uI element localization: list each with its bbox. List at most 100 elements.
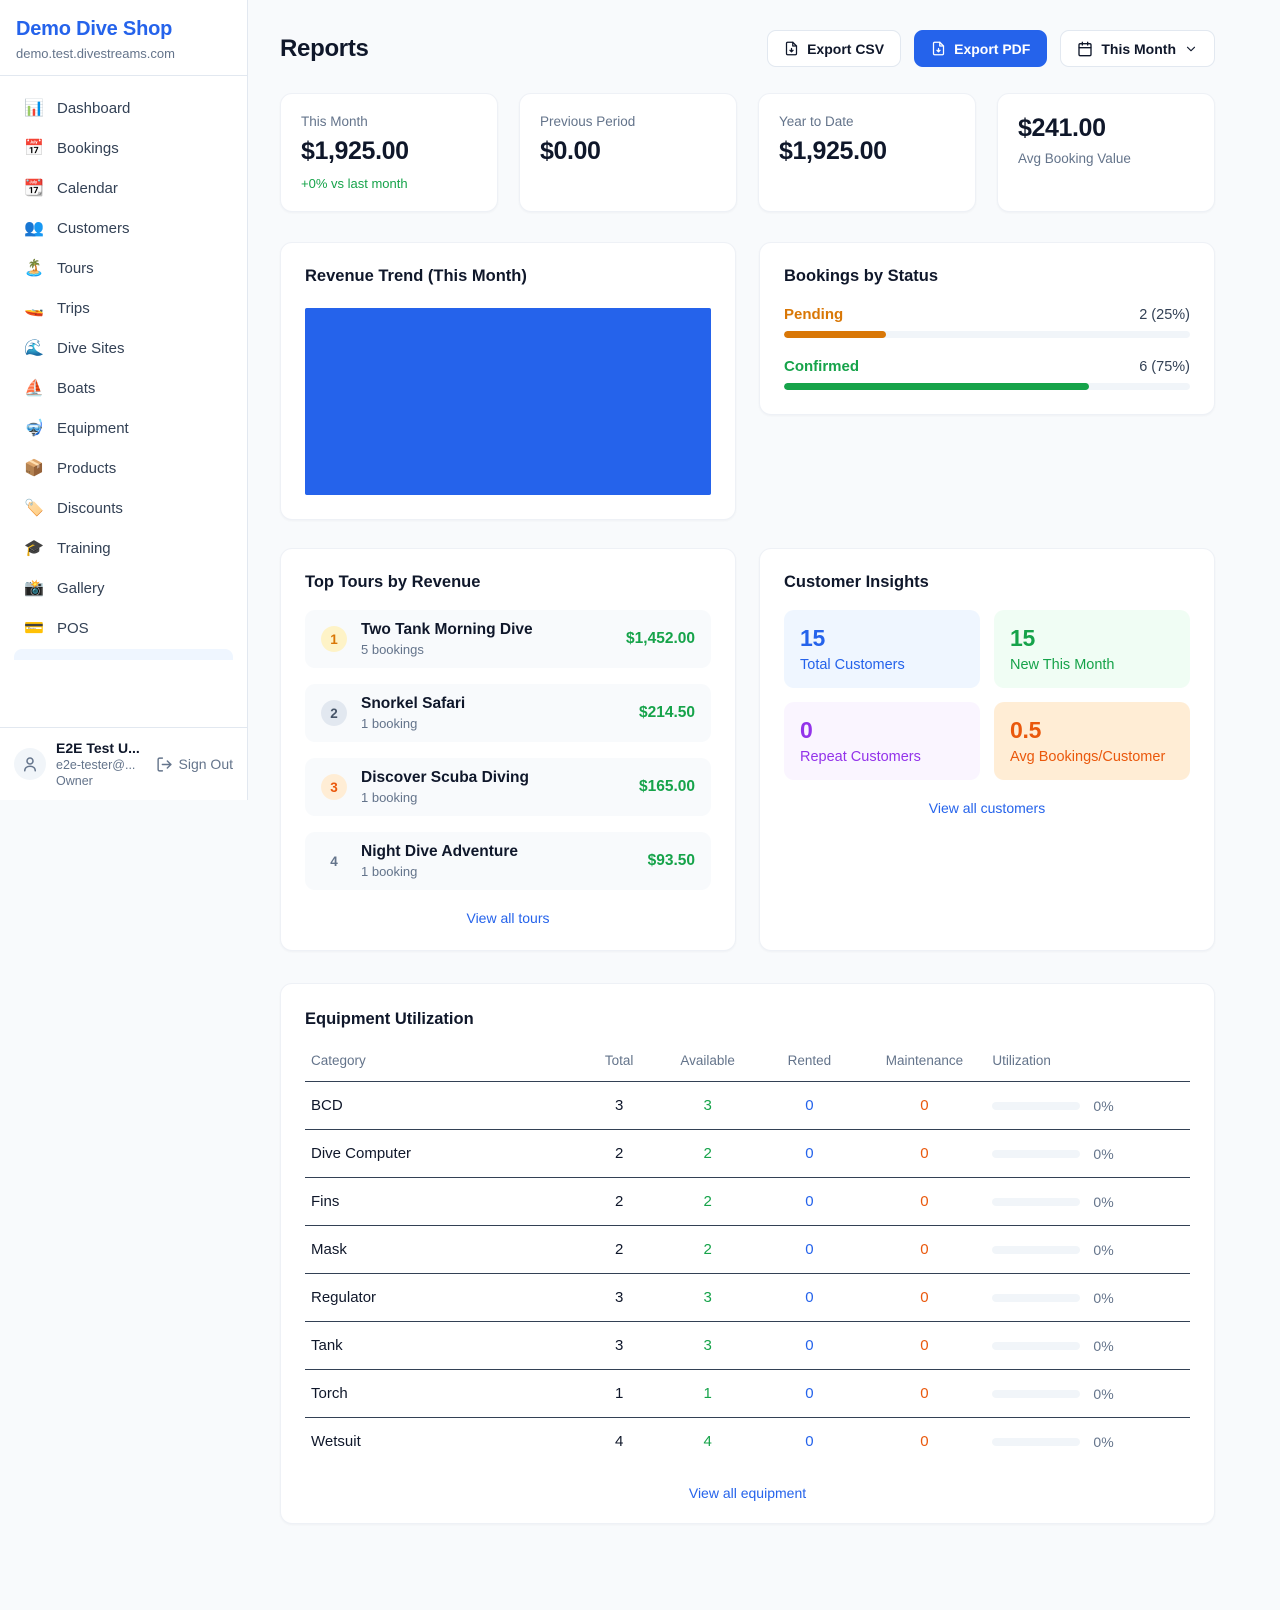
pos-icon: 💳 xyxy=(24,618,44,638)
cell-rented: 0 xyxy=(756,1418,862,1466)
cell-total: 3 xyxy=(579,1322,659,1370)
table-row: Mask 2 2 0 0 0% xyxy=(305,1226,1190,1274)
sidebar-nav: 📊Dashboard 📅Bookings 📆Calendar 👥Customer… xyxy=(0,76,247,727)
stat-value: $1,925.00 xyxy=(779,137,955,166)
status-bar-track xyxy=(784,383,1190,390)
table-row: Wetsuit 4 4 0 0 0% xyxy=(305,1418,1190,1466)
status-value: 2 (25%) xyxy=(1139,307,1190,323)
cell-rented: 0 xyxy=(756,1130,862,1178)
sidebar-item-training[interactable]: 🎓Training xyxy=(10,528,237,568)
equipment-icon: 🤿 xyxy=(24,418,44,438)
table-row: Dive Computer 2 2 0 0 0% xyxy=(305,1130,1190,1178)
sidebar-item-label: Tours xyxy=(57,260,94,277)
cell-category: Wetsuit xyxy=(305,1418,579,1466)
sidebar-item-reports-partial[interactable] xyxy=(14,649,233,660)
tour-revenue: $214.50 xyxy=(639,704,695,722)
utilization-percent: 0% xyxy=(1093,1338,1113,1354)
sidebar-item-dive-sites[interactable]: 🌊Dive Sites xyxy=(10,328,237,368)
tour-revenue: $93.50 xyxy=(648,852,695,870)
stat-label: Avg Booking Value xyxy=(1018,151,1194,166)
customers-icon: 👥 xyxy=(24,218,44,238)
top-tours-title: Top Tours by Revenue xyxy=(305,573,711,592)
export-csv-button[interactable]: Export CSV xyxy=(767,30,901,67)
products-icon: 📦 xyxy=(24,458,44,478)
stat-label: Previous Period xyxy=(540,114,716,129)
sidebar-item-label: Equipment xyxy=(57,420,129,437)
utilization-bar xyxy=(992,1102,1080,1110)
utilization-percent: 0% xyxy=(1093,1098,1113,1114)
sidebar-item-products[interactable]: 📦Products xyxy=(10,448,237,488)
sidebar: Demo Dive Shop demo.test.divestreams.com… xyxy=(0,0,248,800)
sidebar-item-discounts[interactable]: 🏷️Discounts xyxy=(10,488,237,528)
shop-name: Demo Dive Shop xyxy=(16,18,231,41)
sidebar-item-gallery[interactable]: 📸Gallery xyxy=(10,568,237,608)
cell-maintenance: 0 xyxy=(863,1130,987,1178)
stat-change: +0% vs last month xyxy=(301,176,477,191)
column-header-total: Total xyxy=(579,1043,659,1082)
cell-category: Tank xyxy=(305,1322,579,1370)
sidebar-user-footer: E2E Test U... e2e-tester@... Owner Sign … xyxy=(0,727,247,800)
table-header-row: Category Total Available Rented Maintena… xyxy=(305,1043,1190,1082)
equipment-table: Category Total Available Rented Maintena… xyxy=(305,1043,1190,1465)
utilization-bar xyxy=(992,1438,1080,1446)
export-pdf-button[interactable]: Export PDF xyxy=(914,30,1047,67)
sidebar-item-boats[interactable]: ⛵Boats xyxy=(10,368,237,408)
tour-name: Night Dive Adventure xyxy=(361,843,634,861)
utilization-percent: 0% xyxy=(1093,1386,1113,1402)
sidebar-item-bookings[interactable]: 📅Bookings xyxy=(10,128,237,168)
insight-tile-total-customers: 15 Total Customers xyxy=(784,610,980,688)
column-header-rented: Rented xyxy=(756,1043,862,1082)
tour-name: Discover Scuba Diving xyxy=(361,769,625,787)
tour-bookings: 5 bookings xyxy=(361,642,612,657)
tour-name: Snorkel Safari xyxy=(361,695,625,713)
table-row: Regulator 3 3 0 0 0% xyxy=(305,1274,1190,1322)
cell-rented: 0 xyxy=(756,1274,862,1322)
period-selector[interactable]: This Month xyxy=(1060,30,1215,67)
cell-rented: 0 xyxy=(756,1370,862,1418)
chevron-down-icon xyxy=(1184,42,1198,56)
header-actions: Export CSV Export PDF This Month xyxy=(767,30,1215,67)
status-bar-fill xyxy=(784,383,1089,390)
utilization-percent: 0% xyxy=(1093,1194,1113,1210)
sign-out-button[interactable]: Sign Out xyxy=(156,756,233,773)
stat-card-this-month: This Month $1,925.00 +0% vs last month xyxy=(280,93,498,212)
sidebar-item-trips[interactable]: 🚤Trips xyxy=(10,288,237,328)
stat-cards: This Month $1,925.00 +0% vs last month P… xyxy=(280,93,1215,212)
tour-list: 1 Two Tank Morning Dive5 bookings $1,452… xyxy=(305,610,711,890)
revenue-trend-chart xyxy=(305,308,711,495)
tour-revenue: $165.00 xyxy=(639,778,695,796)
revenue-trend-title: Revenue Trend (This Month) xyxy=(305,267,711,286)
cell-available: 2 xyxy=(659,1178,756,1226)
utilization-percent: 0% xyxy=(1093,1290,1113,1306)
sidebar-item-calendar[interactable]: 📆Calendar xyxy=(10,168,237,208)
period-label: This Month xyxy=(1101,41,1176,57)
view-all-equipment-link[interactable]: View all equipment xyxy=(305,1485,1190,1501)
sign-out-icon xyxy=(156,756,173,773)
sidebar-item-equipment[interactable]: 🤿 Equipment xyxy=(10,408,237,448)
customer-insights-card: Customer Insights 15 Total Customers 15 … xyxy=(759,548,1215,951)
insight-value: 0 xyxy=(800,717,964,744)
utilization-bar xyxy=(992,1390,1080,1398)
trips-icon: 🚤 xyxy=(24,298,44,318)
sidebar-item-customers[interactable]: 👥Customers xyxy=(10,208,237,248)
utilization-bar xyxy=(992,1246,1080,1254)
sidebar-item-pos[interactable]: 💳POS xyxy=(10,608,237,648)
column-header-maintenance: Maintenance xyxy=(863,1043,987,1082)
sign-out-label: Sign Out xyxy=(179,756,233,772)
user-role: Owner xyxy=(56,774,146,788)
cell-maintenance: 0 xyxy=(863,1082,987,1130)
view-all-tours-link[interactable]: View all tours xyxy=(305,910,711,926)
cell-available: 3 xyxy=(659,1082,756,1130)
sidebar-item-label: Discounts xyxy=(57,500,123,517)
export-csv-label: Export CSV xyxy=(807,41,884,57)
export-pdf-label: Export PDF xyxy=(954,41,1030,57)
sidebar-item-tours[interactable]: 🏝️Tours xyxy=(10,248,237,288)
user-icon xyxy=(21,755,39,773)
sidebar-item-dashboard[interactable]: 📊Dashboard xyxy=(10,88,237,128)
shop-domain: demo.test.divestreams.com xyxy=(16,46,231,61)
cell-maintenance: 0 xyxy=(863,1226,987,1274)
view-all-customers-link[interactable]: View all customers xyxy=(784,800,1190,816)
cell-total: 2 xyxy=(579,1178,659,1226)
tour-list-item: 4 Night Dive Adventure1 booking $93.50 xyxy=(305,832,711,890)
rank-badge: 2 xyxy=(321,700,347,726)
